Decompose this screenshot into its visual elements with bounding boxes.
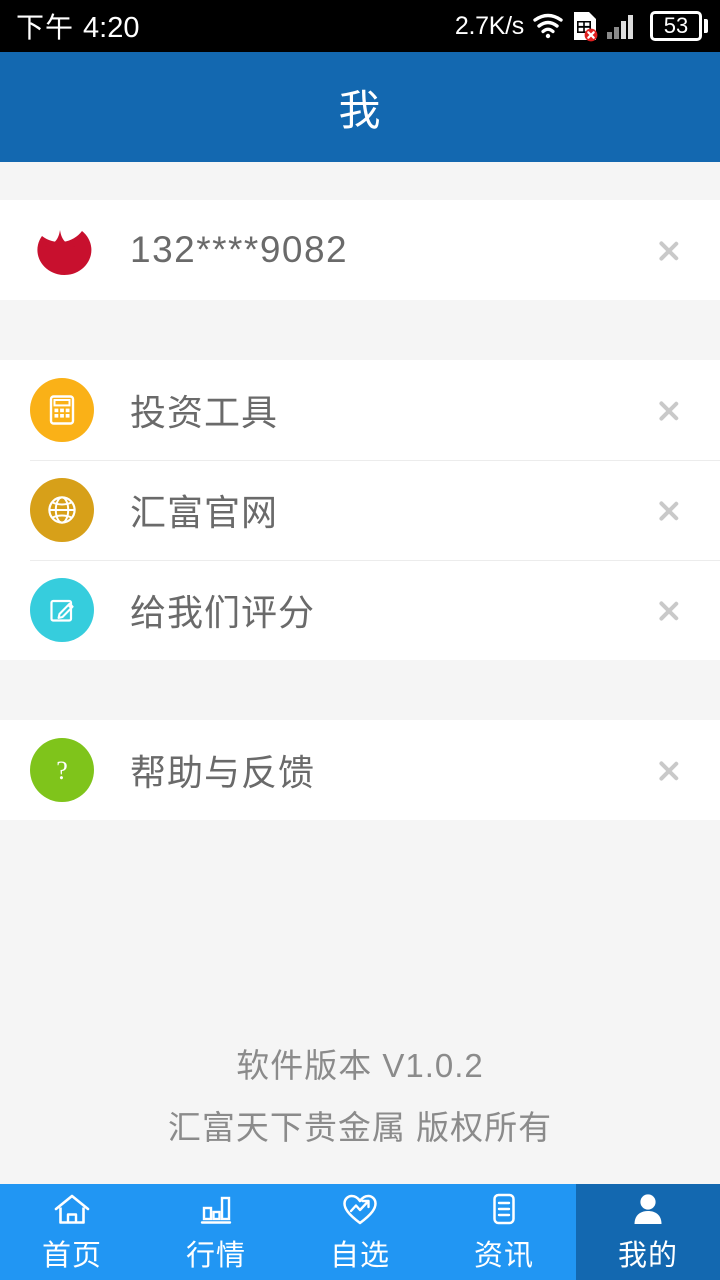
copyright-label: 汇富天下贵金属 版权所有	[167, 1109, 553, 1147]
battery-tip	[704, 19, 708, 33]
menu-item-label: 汇富官网	[130, 492, 279, 533]
person-icon	[628, 1191, 668, 1227]
status-bar: 下午 4:20 2.7K/s 53	[0, 0, 720, 52]
app-screen: 下午 4:20 2.7K/s 53 我 132****9082 投资工具 汇富官…	[0, 0, 720, 1280]
menu-item-official-website[interactable]: 汇富官网	[0, 460, 720, 560]
menu-item-label: 帮助与反馈	[130, 752, 316, 793]
spacer-top	[0, 162, 720, 200]
bar-chart-icon	[196, 1191, 236, 1227]
home-icon	[52, 1191, 92, 1227]
tab-label: 首页	[41, 1239, 102, 1272]
page-title: 我	[338, 86, 382, 134]
page-header: 我	[0, 52, 720, 162]
battery-level-label: 53	[650, 11, 702, 41]
account-phone-label: 132****9082	[130, 229, 349, 270]
account-row[interactable]: 132****9082	[0, 200, 720, 300]
tab-home[interactable]: 首页	[0, 1184, 144, 1280]
chevron-right-icon	[658, 230, 680, 270]
tab-label: 自选	[329, 1239, 390, 1272]
clock-time: 4:20	[83, 12, 140, 44]
menu-item-label: 投资工具	[130, 392, 279, 433]
svg-text:?: ?	[56, 756, 68, 785]
spacer-after-group-1	[0, 660, 720, 720]
menu-group-1: 投资工具 汇富官网 给我们评分	[0, 360, 720, 660]
menu-item-label: 给我们评分	[130, 592, 316, 633]
battery-icon: 53	[650, 11, 708, 41]
signal-bars-icon	[607, 13, 641, 39]
tab-quotes[interactable]: 行情	[144, 1184, 288, 1280]
menu-item-rate-us[interactable]: 给我们评分	[0, 560, 720, 660]
version-label: 软件版本 V1.0.2	[236, 1046, 484, 1084]
tab-label: 行情	[185, 1239, 246, 1272]
chevron-right-icon	[658, 750, 680, 790]
calculator-icon	[30, 378, 94, 442]
status-bar-right: 2.7K/s 53	[455, 10, 708, 42]
bottom-tab-bar: 首页 行情 自选 资讯 我的	[0, 1184, 720, 1280]
tab-mine[interactable]: 我的	[576, 1184, 720, 1280]
edit-rate-icon	[30, 578, 94, 642]
menu-item-investment-tools[interactable]: 投资工具	[0, 360, 720, 460]
menu-item-help-feedback[interactable]: ? 帮助与反馈	[0, 720, 720, 820]
brand-crescent-logo-icon	[30, 218, 94, 282]
question-mark-icon: ?	[30, 738, 94, 802]
sim-card-error-icon	[572, 10, 598, 42]
app-version-footer: 软件版本 V1.0.2 汇富天下贵金属 版权所有	[0, 1035, 720, 1160]
chevron-right-icon	[658, 390, 680, 430]
status-bar-left: 下午 4:20	[16, 6, 139, 46]
chevron-right-icon	[658, 590, 680, 630]
tab-watchlist[interactable]: 自选	[288, 1184, 432, 1280]
menu-group-2: ? 帮助与反馈	[0, 720, 720, 820]
tab-label: 资讯	[473, 1239, 534, 1272]
account-card: 132****9082	[0, 200, 720, 300]
network-speed-label: 2.7K/s	[454, 11, 524, 40]
chevron-right-icon	[658, 490, 680, 530]
clock-ampm: 下午	[16, 12, 75, 43]
main-content: 132****9082 投资工具 汇富官网 给我们评分 ? 帮助与反馈 软件版本…	[0, 162, 720, 1184]
spacer-after-account	[0, 300, 720, 360]
tab-label: 我的	[617, 1239, 678, 1272]
wifi-icon	[533, 13, 563, 39]
news-document-icon	[484, 1191, 524, 1227]
globe-icon	[30, 478, 94, 542]
tab-news[interactable]: 资讯	[432, 1184, 576, 1280]
heart-trend-icon	[340, 1191, 380, 1227]
